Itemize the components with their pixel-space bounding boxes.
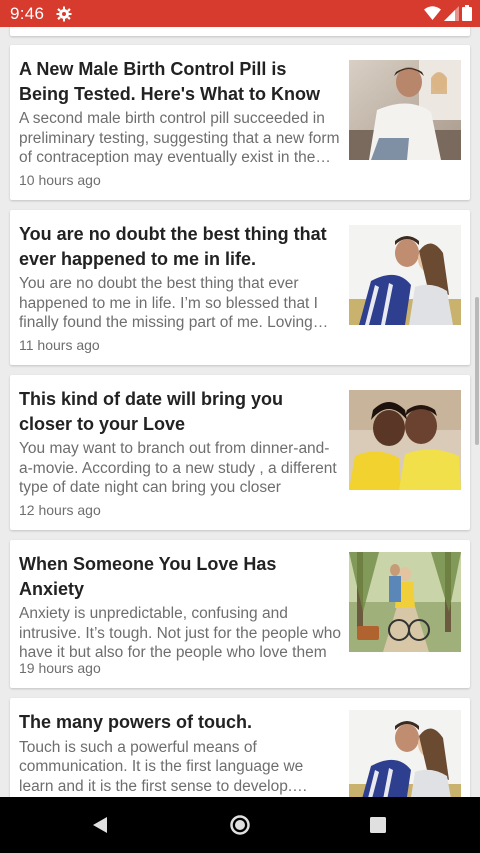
- article-thumbnail[interactable]: [349, 225, 461, 325]
- cellular-signal-icon: [444, 5, 459, 26]
- article-card[interactable]: You are no doubt the best thing that eve…: [10, 210, 470, 365]
- article-summary: You may want to branch out from dinner-a…: [19, 440, 337, 496]
- recents-icon[interactable]: [365, 812, 391, 838]
- wifi-icon: [424, 5, 441, 26]
- article-card-previous[interactable]: [10, 27, 470, 36]
- article-thumbnail[interactable]: [349, 390, 461, 490]
- article-thumbnail[interactable]: [349, 552, 461, 652]
- battery-icon: [462, 5, 472, 26]
- article-summary: You are no doubt the best thing that eve…: [19, 275, 318, 331]
- article-title: You are no doubt the best thing that eve…: [19, 224, 327, 269]
- article-card[interactable]: The many powers of touch. Touch is such …: [10, 698, 470, 797]
- article-card[interactable]: When Someone You Love Has Anxiety Anxiet…: [10, 540, 470, 688]
- settings-gear-icon: [56, 6, 72, 22]
- article-time: 12 hours ago: [19, 502, 101, 518]
- home-icon[interactable]: [227, 812, 253, 838]
- article-title: The many powers of touch.: [19, 712, 253, 732]
- article-title: A New Male Birth Control Pill is Being T…: [19, 59, 320, 104]
- article-time: 10 hours ago: [19, 172, 101, 188]
- status-time: 9:46: [10, 3, 45, 23]
- article-summary: Anxiety is unpredictable, confusing and …: [19, 605, 341, 661]
- article-card[interactable]: This kind of date will bring you closer …: [10, 375, 470, 530]
- navigation-bar: [0, 797, 480, 853]
- article-thumbnail[interactable]: [349, 60, 461, 160]
- article-card[interactable]: A New Male Birth Control Pill is Being T…: [10, 45, 470, 200]
- article-thumbnail[interactable]: [349, 710, 461, 797]
- status-bar: 9:46: [0, 0, 480, 27]
- scrollbar[interactable]: [475, 297, 479, 445]
- article-title: When Someone You Love Has Anxiety: [19, 554, 277, 599]
- article-time: 19 hours ago: [19, 660, 101, 676]
- article-title: This kind of date will bring you closer …: [19, 389, 284, 434]
- article-summary: Touch is such a powerful means of commun…: [19, 738, 304, 795]
- article-feed[interactable]: A New Male Birth Control Pill is Being T…: [0, 27, 480, 797]
- back-icon[interactable]: [87, 812, 113, 838]
- article-time: 11 hours ago: [19, 337, 100, 353]
- article-summary: A second male birth control pill succeed…: [19, 110, 340, 166]
